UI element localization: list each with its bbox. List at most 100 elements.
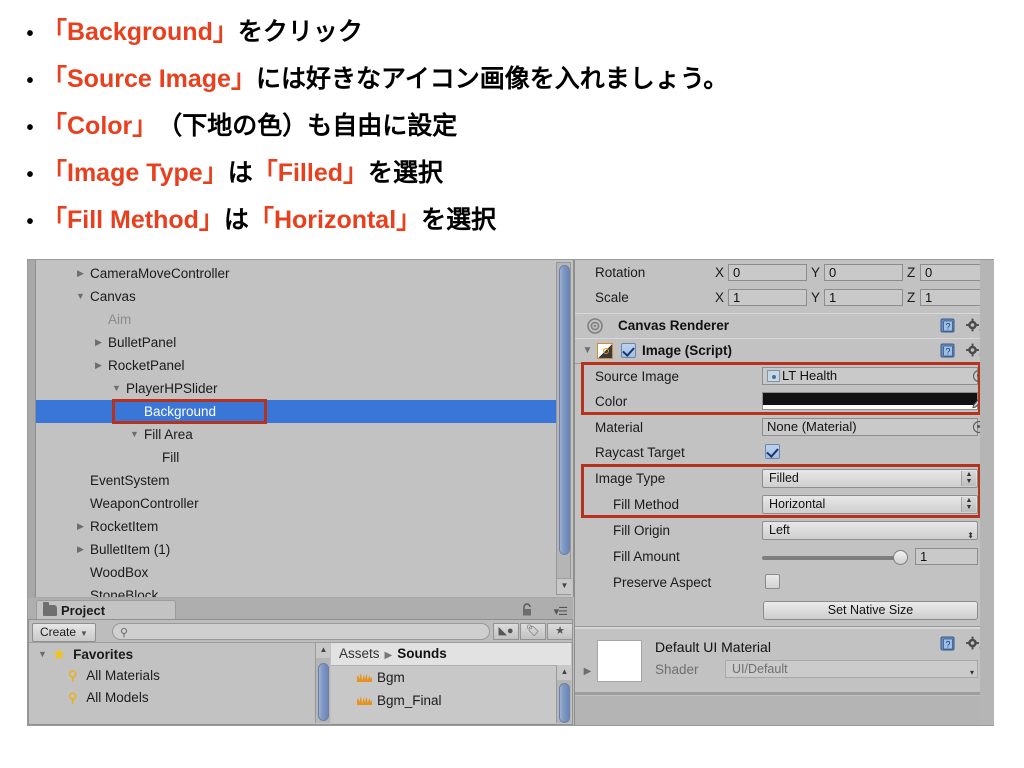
fill-amount-slider-track[interactable] xyxy=(762,556,907,560)
hierarchy-scrollbar[interactable]: ▼ xyxy=(556,262,572,595)
help-icon[interactable]: ? xyxy=(940,318,956,334)
fill-origin-dropdown[interactable]: Left ⬍ xyxy=(762,521,978,540)
hierarchy-item-rocketitem[interactable]: ▶ RocketItem xyxy=(44,515,556,538)
scroll-up-arrow-icon[interactable]: ▲ xyxy=(557,665,572,680)
asset-row[interactable]: Bgm xyxy=(331,666,571,689)
chevron-right-icon[interactable]: ▶ xyxy=(74,262,87,285)
color-swatch-field[interactable] xyxy=(762,392,978,410)
hierarchy-scrollbar-thumb[interactable] xyxy=(559,265,570,555)
project-tree-item-all-materials[interactable]: ⚲ All Materials xyxy=(30,665,330,687)
rotation-x-field[interactable]: 0 xyxy=(728,264,807,281)
hierarchy-item-eventsystem[interactable]: EventSystem xyxy=(44,469,556,492)
chevron-down-icon[interactable]: ▼ xyxy=(110,377,123,400)
hierarchy-panel[interactable]: ▶ CameraMoveController ▼ Canvas Aim ▶ Bu… xyxy=(28,260,574,597)
hierarchy-item-fillarea[interactable]: ▼ Fill Area xyxy=(44,423,556,446)
chevron-right-icon[interactable]: ▶ xyxy=(74,515,87,538)
bullet-text-plain: （下地の色）も自由に設定 xyxy=(157,112,458,140)
tab-project[interactable]: Project xyxy=(36,600,176,620)
lock-icon[interactable] xyxy=(521,603,533,616)
hierarchy-item-bulletpanel[interactable]: ▶ BulletPanel xyxy=(44,331,556,354)
image-type-dropdown[interactable]: Filled ▲ ▼ xyxy=(762,469,978,488)
chevron-down-icon[interactable]: ▼ xyxy=(36,643,49,665)
axis-y-label: Y xyxy=(811,290,821,305)
project-tree-item-favorites[interactable]: ▼ ★ Favorites xyxy=(30,643,330,665)
search-icon: ⚲ xyxy=(120,627,129,639)
bullet-text-plain: を選択 xyxy=(421,206,497,234)
fill-method-dropdown[interactable]: Horizontal ▲ ▼ xyxy=(762,495,978,514)
create-button[interactable]: Create ▼ xyxy=(32,623,96,642)
axis-z-label: Z xyxy=(907,265,916,280)
help-icon[interactable]: ? xyxy=(940,343,956,359)
inspector-panel[interactable]: Rotation X 0 Y 0 Z 0 Scale X 1 Y 1 Z 1 C… xyxy=(574,260,994,725)
material-field[interactable]: None (Material) xyxy=(762,418,978,436)
scale-x-field[interactable]: 1 xyxy=(728,289,807,306)
hierarchy-item-woodbox[interactable]: WoodBox xyxy=(44,561,556,584)
preserve-aspect-checkbox[interactable] xyxy=(765,574,780,589)
breadcrumb-root[interactable]: Assets xyxy=(339,646,380,661)
chevron-right-icon[interactable]: ▶ xyxy=(92,354,105,377)
project-tree-scrollbar[interactable]: ▲ xyxy=(315,643,330,723)
svg-text:?: ? xyxy=(945,347,950,357)
scale-y-field[interactable]: 1 xyxy=(824,289,903,306)
set-native-size-button[interactable]: Set Native Size xyxy=(763,601,978,620)
project-content-scrollbar-thumb[interactable] xyxy=(559,683,570,723)
label-filter-icon[interactable]: 🏷 xyxy=(520,623,546,640)
project-favorites-tree[interactable]: ▼ ★ Favorites ⚲ All Materials ⚲ All Mode… xyxy=(30,643,330,723)
hierarchy-item-aim[interactable]: Aim xyxy=(44,308,556,331)
sprite-icon xyxy=(767,370,780,382)
chevron-right-icon[interactable]: ▶ xyxy=(92,331,105,354)
project-content-pane[interactable]: Assets ▶ Sounds Bgm Bgm_Final ▲ xyxy=(331,643,572,723)
hierarchy-item-label: EventSystem xyxy=(90,473,170,488)
chevron-down-icon[interactable]: ▾ xyxy=(970,665,974,681)
stepper-arrows-icon[interactable]: ⬍ xyxy=(967,527,974,544)
scroll-down-arrow-icon[interactable]: ▼ xyxy=(557,578,572,594)
component-header-canvas-renderer[interactable]: Canvas Renderer ? ▾ xyxy=(575,313,994,339)
hierarchy-item-fill[interactable]: Fill xyxy=(44,446,556,469)
rotation-y-field[interactable]: 0 xyxy=(824,264,903,281)
favorite-filter-icon[interactable]: ★ xyxy=(547,623,573,640)
hierarchy-item-label: Fill Area xyxy=(144,427,193,442)
shader-dropdown[interactable]: UI/Default ▾ xyxy=(725,660,978,678)
hierarchy-item-cameramovecontroller[interactable]: ▶ CameraMoveController xyxy=(44,262,556,285)
hierarchy-item-label: RocketPanel xyxy=(108,358,185,373)
project-content-scrollbar[interactable]: ▲ xyxy=(556,665,572,723)
object-filter-icon[interactable]: ◣● xyxy=(493,623,519,640)
fill-amount-field[interactable]: 1 xyxy=(915,548,978,565)
hierarchy-item-label: Canvas xyxy=(90,289,136,304)
help-icon[interactable]: ? xyxy=(940,636,956,652)
bullet-text-accent: 「Image Type」 xyxy=(42,159,228,187)
hierarchy-item-playerhpslider[interactable]: ▼ PlayerHPSlider xyxy=(44,377,556,400)
project-search-input[interactable]: ⚲ xyxy=(112,623,490,640)
project-tree-scrollbar-thumb[interactable] xyxy=(318,663,329,721)
bullet-text-plain: は xyxy=(227,159,253,187)
hierarchy-item-weaponcontroller[interactable]: WeaponController xyxy=(44,492,556,515)
project-tree-item-all-models[interactable]: ⚲ All Models xyxy=(30,687,330,709)
chevron-right-icon[interactable]: ▶ xyxy=(581,666,594,677)
chevron-right-icon[interactable]: ▶ xyxy=(74,538,87,561)
source-image-field[interactable]: LT Health xyxy=(762,367,978,385)
inspector-scrollbar[interactable] xyxy=(980,260,994,725)
chevron-down-icon[interactable]: ▼ xyxy=(74,285,87,308)
hierarchy-item-stoneblock[interactable]: StoneBlock xyxy=(44,584,556,597)
chevron-down-icon[interactable]: ▼ xyxy=(581,339,594,363)
breadcrumb[interactable]: Assets ▶ Sounds xyxy=(331,643,571,666)
scroll-up-arrow-icon[interactable]: ▲ xyxy=(316,643,330,658)
fill-amount-slider-handle[interactable] xyxy=(893,550,908,565)
bullet-marker: • xyxy=(26,70,34,92)
chevron-right-icon: ▶ xyxy=(384,650,393,661)
rotation-z-field[interactable]: 0 xyxy=(920,264,984,281)
stepper-arrows-icon[interactable]: ▲ ▼ xyxy=(961,497,976,512)
chevron-down-icon[interactable]: ▼ xyxy=(128,423,141,446)
hierarchy-item-bulletitem-1[interactable]: ▶ BulletItem (1) xyxy=(44,538,556,561)
hierarchy-item-canvas[interactable]: ▼ Canvas xyxy=(44,285,556,308)
component-header-image-script[interactable]: ▼ Image (Script) ? ▾ xyxy=(575,338,994,364)
hierarchy-item-background[interactable]: Background xyxy=(36,400,565,423)
image-script-enabled-checkbox[interactable] xyxy=(621,343,636,358)
rotation-label: Rotation xyxy=(595,265,646,280)
asset-row[interactable]: Bgm_Final xyxy=(331,689,571,712)
scale-z-field[interactable]: 1 xyxy=(920,289,984,306)
stepper-arrows-icon[interactable]: ▲ ▼ xyxy=(961,471,976,486)
hierarchy-item-rocketpanel[interactable]: ▶ RocketPanel xyxy=(44,354,556,377)
raycast-target-checkbox[interactable] xyxy=(765,444,780,459)
hamburger-menu-icon[interactable]: ▾☰ xyxy=(554,605,568,618)
